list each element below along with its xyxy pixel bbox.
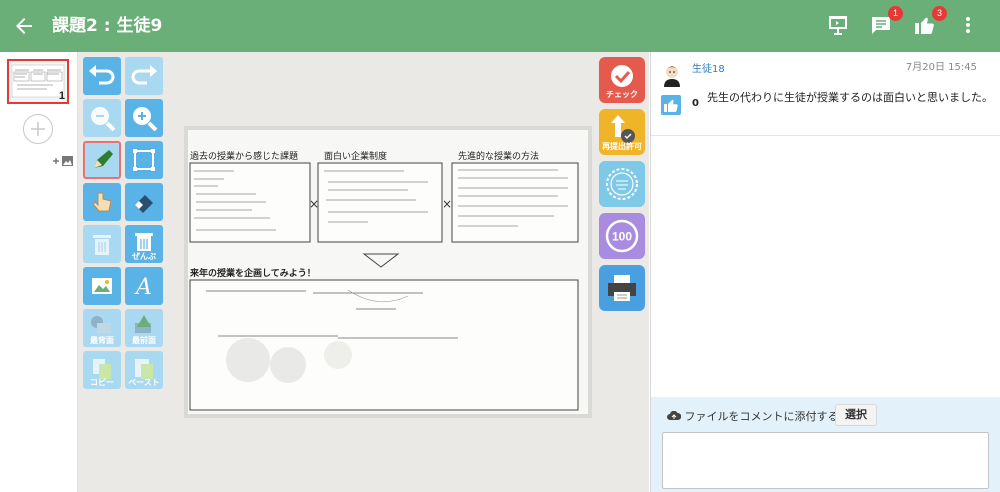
worksheet-image[interactable]: × × 過去の授業から感じた課題 面白い企業制度 先進的な授業の方法 来年の授業… [184,126,592,418]
paste-button[interactable]: ペースト [125,351,163,389]
page-title: 課題2 : 生徒9 [52,16,163,36]
copy-button[interactable]: コピー [83,351,121,389]
pointer-hand-button[interactable] [83,183,121,221]
undo-button[interactable] [83,57,121,95]
text-tool-button[interactable]: A [125,267,163,305]
bring-to-front-button[interactable]: 最前面 [125,309,163,347]
eraser-button[interactable] [125,183,163,221]
delete-all-button[interactable]: ぜんぶ [125,225,163,263]
divider [651,135,1000,136]
delete-all-label: ぜんぶ [132,252,156,261]
comment-user-name[interactable]: 生徒18 [692,60,725,75]
copy-label: コピー [90,378,114,387]
send-to-back-button[interactable]: 最背面 [83,309,121,347]
attach-file-text: ファイルをコメントに添付する [684,410,839,423]
worksheet-prompt: 来年の授業を企画してみよう！ [190,269,316,279]
worksheet-heading-advanced-methods: 先進的な授業の方法 [458,152,540,162]
resubmit-label: 再提出許可 [602,142,642,151]
select-area-button[interactable] [125,141,163,179]
comment-like-count: 0 [692,98,699,109]
zoom-in-button[interactable] [125,99,163,137]
thumbs-up-icon[interactable] [661,95,681,115]
bring-to-front-label: 最前面 [132,336,156,345]
attach-file-label: ファイルをコメントに添付する [667,408,839,424]
select-file-button[interactable]: 選択 [835,404,877,426]
pen-tool-button[interactable] [83,141,121,179]
zoom-out-button[interactable] [83,99,121,137]
comment-panel: 生徒18 7月20日 15:45 0 先生の代わりに生徒が授業するのは面白いと思… [650,52,1000,492]
print-button[interactable] [599,265,645,311]
resubmit-permission-button[interactable]: 再提出許可 [599,109,645,155]
app-header: 課題2 : 生徒9 1 3 [0,0,1000,52]
svg-text:×: × [442,197,452,211]
redo-button[interactable] [125,57,163,95]
canvas-area: 最背面 コピー ぜんぶ A 最前面 ペースト チェック 再提出許可 100 × … [78,52,649,492]
cloud-upload-icon [667,410,682,420]
check-label: チェック [606,90,638,99]
worksheet-heading-past-issues: 過去の授業から感じた課題 [190,152,299,162]
back-arrow-icon[interactable] [12,14,36,38]
svg-text:A: A [134,275,152,300]
paste-label: ペースト [128,378,160,387]
send-to-back-label: 最背面 [90,336,114,345]
stamp-button[interactable] [599,161,645,207]
like-count-badge: 3 [932,6,947,21]
check-button[interactable]: チェック [599,57,645,103]
score-button[interactable]: 100 [599,213,645,259]
more-vert-icon[interactable] [956,13,982,39]
add-page-button[interactable] [23,114,53,144]
comment-timestamp: 7月20日 15:45 [905,62,977,73]
score-label: 100 [612,230,632,244]
page-number: 1 [58,90,65,102]
avatar [659,61,685,87]
page-thumbnail[interactable]: 1 [7,59,69,104]
like-icon[interactable]: 3 [913,6,947,39]
comment-icon[interactable]: 1 [869,6,903,39]
insert-image-button[interactable] [83,267,121,305]
comment-input-area: ファイルをコメントに添付する 選択 [651,397,1000,492]
presentation-icon[interactable] [826,13,852,39]
delete-button[interactable] [83,225,121,263]
svg-text:×: × [309,197,319,211]
comment-textarea[interactable] [662,432,989,489]
comment-count-badge: 1 [888,6,903,21]
worksheet-heading-company-systems: 面白い企業制度 [324,152,388,162]
comment-text: 先生の代わりに生徒が授業するのは面白いと思いました。 [707,91,993,104]
add-image-icon[interactable] [52,152,74,166]
page-thumbnails: 1 [0,52,78,492]
